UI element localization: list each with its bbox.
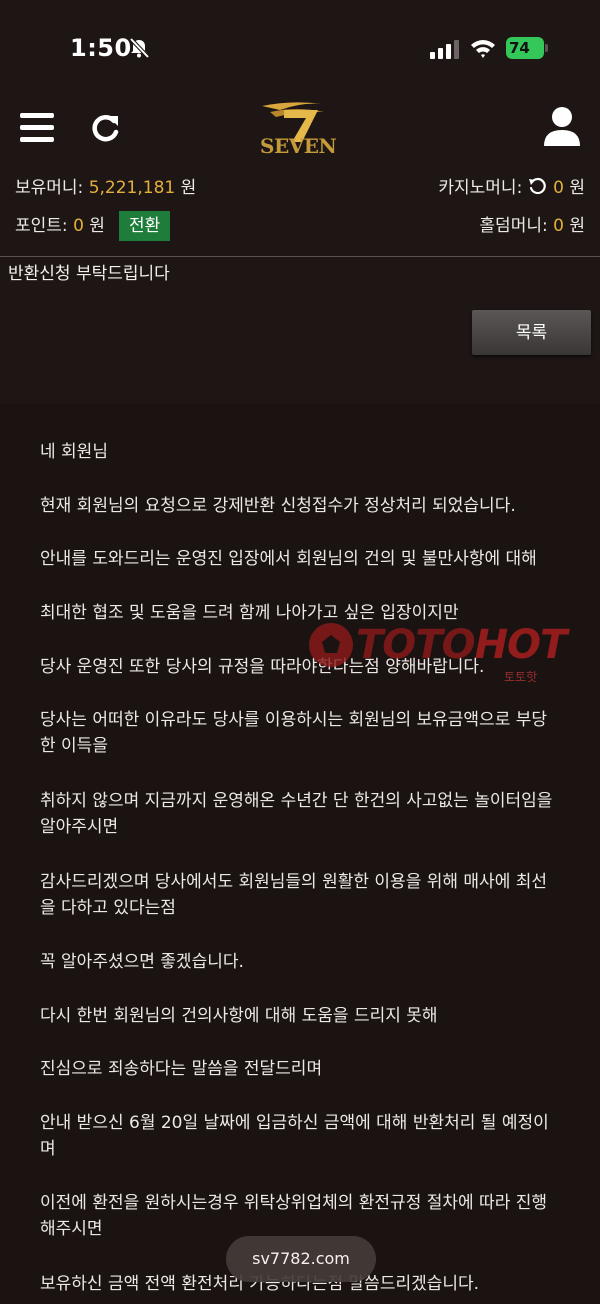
- points-currency: 원: [89, 216, 105, 236]
- watermark-brand: TOTOHOT: [356, 622, 568, 668]
- casino-refresh-icon[interactable]: [528, 177, 546, 195]
- account-row-2: 포인트: 0 원 전환 홀덤머니: 0 원: [0, 209, 600, 243]
- post-content: [0, 404, 600, 1304]
- post-title: 반환신청 부탁드립니다: [8, 264, 170, 284]
- battery-indicator: 74: [506, 37, 548, 59]
- points-label: 포인트:: [15, 216, 68, 236]
- header-divider: [0, 256, 600, 257]
- holding-money-value: 5,221,181: [88, 178, 176, 198]
- app-header: SEVEN: [0, 98, 600, 168]
- soccer-ball-icon: [309, 623, 353, 667]
- bell-muted-icon: [129, 37, 150, 59]
- casino-money-currency: 원: [569, 178, 585, 198]
- holdem-money-currency: 원: [569, 216, 585, 236]
- list-button[interactable]: 목록: [472, 310, 591, 355]
- signal-icon: [430, 40, 459, 59]
- holdem-money: 홀덤머니: 0 원: [479, 209, 585, 243]
- url-bar[interactable]: sv7782.com: [226, 1236, 376, 1282]
- holdem-money-label: 홀덤머니:: [479, 216, 548, 236]
- site-logo[interactable]: SEVEN: [252, 98, 348, 162]
- paragraph: 네 회원님: [40, 442, 108, 462]
- paragraph: 안내를 도와드리는 운영진 입장에서 회원님의 건의 및 불만사항에 대해: [40, 549, 537, 569]
- paragraph: 진심으로 죄송하다는 말씀을 전달드리며: [40, 1059, 323, 1079]
- logo-text: SEVEN: [260, 134, 337, 158]
- holdem-money-value: 0: [553, 216, 564, 236]
- paragraph: 이전에 환전을 원하시는경우 위탁상위업체의 환전규정 절차에 따라 진행해주시…: [40, 1193, 548, 1239]
- hamburger-menu-icon[interactable]: [20, 113, 54, 145]
- watermark-brand-a: TOTO: [356, 622, 476, 668]
- battery-cap: [545, 44, 548, 52]
- status-time: 1:50: [70, 34, 132, 62]
- paragraph: 다시 한번 회원님의 건의사항에 대해 도움을 드리지 못해: [40, 1006, 438, 1026]
- user-profile-icon[interactable]: [544, 106, 580, 148]
- casino-money-value: 0: [553, 178, 564, 198]
- watermark-brand-b: HOT: [474, 622, 568, 668]
- paragraph: 당사는 어떠한 이유라도 당사를 이용하시는 회원님의 보유금액으로 부당한 이…: [40, 710, 548, 756]
- points-value: 0: [73, 216, 84, 236]
- watermark: TOTOHOT 토토핫: [306, 620, 596, 690]
- refresh-icon[interactable]: [88, 112, 122, 146]
- paragraph: 안내 받으신 6월 20일 날짜에 입금하신 금액에 대해 반환처리 될 예정이…: [40, 1113, 549, 1159]
- paragraph: 꼭 알아주셨으면 좋겠습니다.: [40, 952, 244, 972]
- casino-money-label: 카지노머니:: [438, 178, 523, 198]
- paragraph: 감사드리겠으며 당사에서도 회원님들의 원활한 이용을 위해 매사에 최선을 다…: [40, 872, 548, 918]
- status-bar: 1:50 74: [0, 0, 600, 98]
- casino-money: 카지노머니: 0 원: [438, 171, 585, 205]
- paragraph: 취하지 않으며 지금까지 운영해온 수년간 단 한건의 사고없는 놀이터임을 알…: [40, 791, 553, 837]
- battery-level: 74: [509, 39, 530, 57]
- holding-money-label: 보유머니:: [15, 178, 84, 198]
- holding-money-currency: 원: [180, 178, 197, 198]
- convert-button[interactable]: 전환: [119, 211, 171, 241]
- points: 포인트: 0 원: [15, 209, 105, 243]
- holding-money: 보유머니: 5,221,181 원: [15, 171, 196, 205]
- account-row-1: 보유머니: 5,221,181 원 카지노머니: 0 원: [0, 171, 600, 205]
- watermark-sub: 토토핫: [504, 670, 538, 684]
- wifi-icon: [471, 40, 495, 58]
- paragraph: 현재 회원님의 요청으로 강제반환 신청접수가 정상처리 되었습니다.: [40, 496, 516, 516]
